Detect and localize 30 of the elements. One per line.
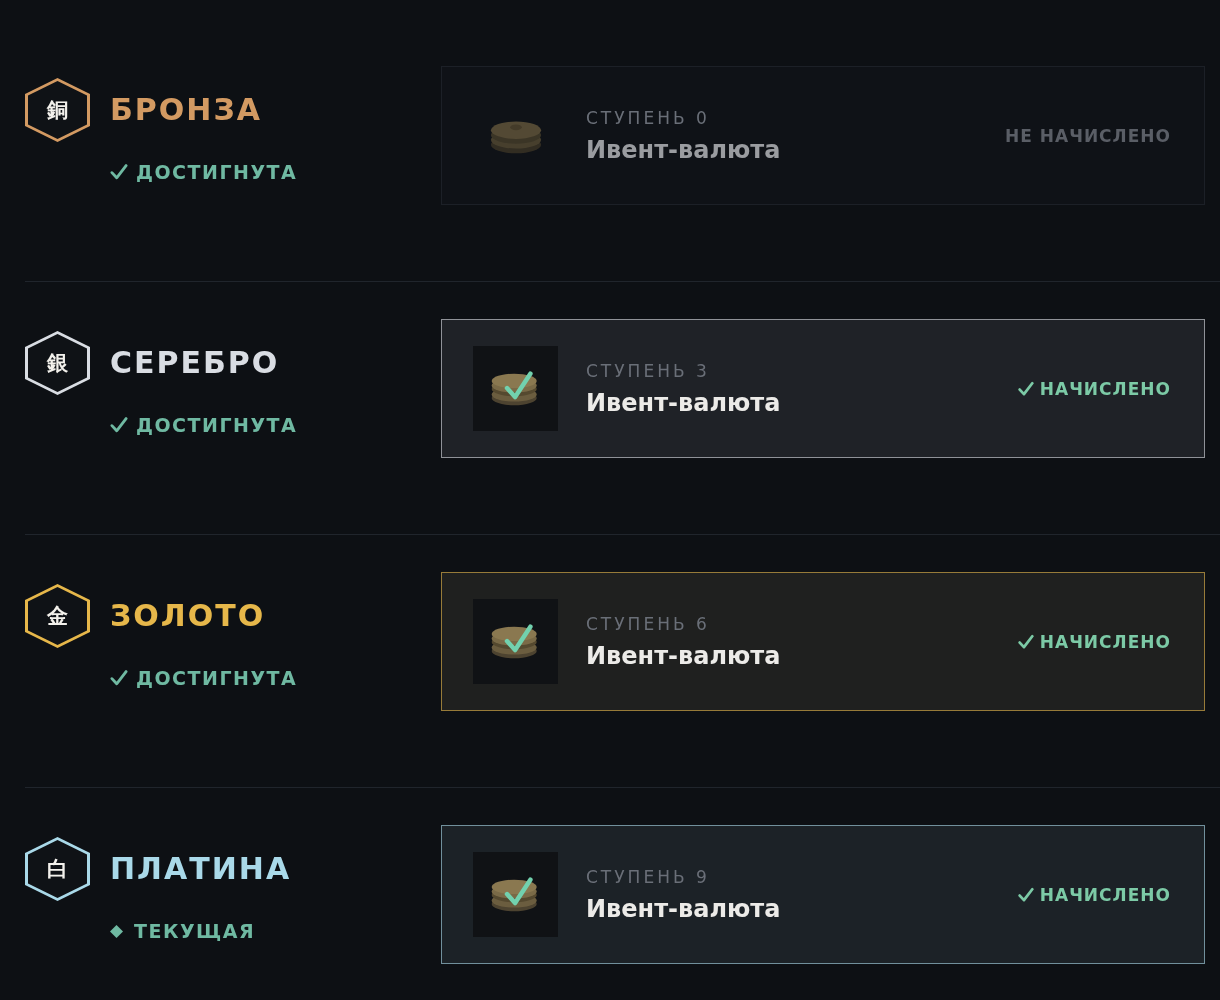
- tier-badge: 白: [25, 837, 90, 901]
- reward-name: Ивент-валюта: [586, 388, 781, 417]
- status-label: ДОСТИГНУТА: [136, 161, 298, 183]
- status-label: ДОСТИГНУТА: [136, 414, 298, 436]
- check-icon: [1017, 886, 1034, 903]
- tier-badge: 金: [25, 584, 90, 648]
- status-label: ТЕКУЩАЯ: [134, 920, 256, 942]
- credit-status: НЕ НАЧИСЛЕНО: [1005, 125, 1171, 146]
- reward-name: Ивент-валюта: [586, 894, 781, 923]
- coins-check-icon: [473, 346, 558, 431]
- credit-status: НАЧИСЛЕНО: [1039, 378, 1171, 399]
- credit-status: НАЧИСЛЕНО: [1039, 631, 1171, 652]
- check-icon: [1017, 633, 1034, 650]
- reward-name: Ивент-валюта: [586, 135, 781, 164]
- check-icon: [1017, 380, 1034, 397]
- step-label: СТУПЕНЬ 0: [586, 107, 710, 128]
- coins-check-icon: [473, 852, 558, 937]
- tier-name: ЗОЛОТО: [110, 598, 266, 634]
- reward-name: Ивент-валюта: [586, 641, 781, 670]
- tier-name: ПЛАТИНА: [110, 851, 292, 887]
- credit-status: НАЧИСЛЕНО: [1039, 884, 1171, 905]
- tier-badge: 銀: [25, 331, 90, 395]
- status-label: ДОСТИГНУТА: [136, 667, 298, 689]
- coins-check-icon: [473, 599, 558, 684]
- tier-badge: 銅: [25, 78, 90, 142]
- step-label: СТУПЕНЬ 9: [586, 866, 710, 887]
- tier-name: СЕРЕБРО: [110, 345, 280, 381]
- step-label: СТУПЕНЬ 6: [586, 613, 710, 634]
- step-label: СТУПЕНЬ 3: [586, 360, 710, 381]
- tier-name: БРОНЗА: [110, 92, 262, 128]
